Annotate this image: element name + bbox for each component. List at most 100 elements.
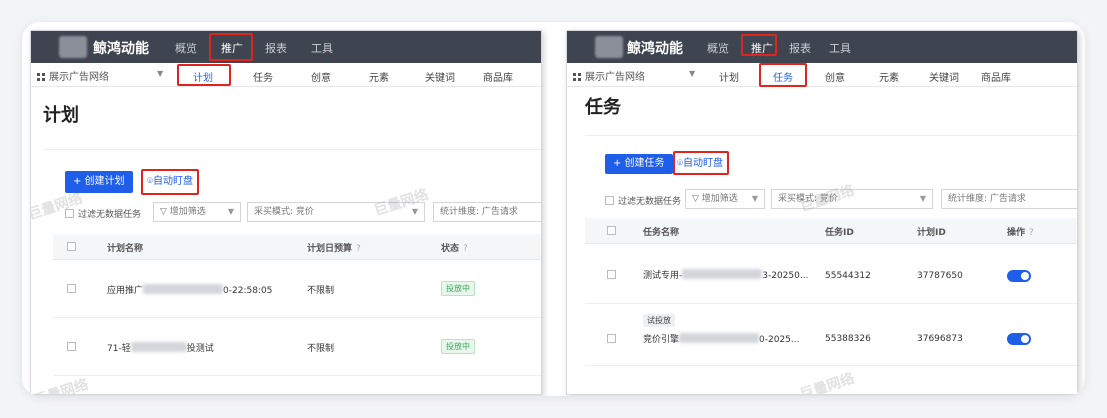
plan-id: 37787650 [917, 271, 963, 281]
network-selector[interactable]: 展示广告网络 [573, 68, 645, 83]
task-name[interactable]: 测试专用- 3-20250... [643, 268, 808, 281]
content-panel: + 创建任务 ⌾自动盯盘 过滤无数据任务 ▽ 增加筛选 ▼ 采买模式: 竞价 ▼ 统… [585, 135, 1077, 394]
highlight-plan-tab [177, 64, 231, 86]
plan-name-prefix: 应用推广 [107, 286, 144, 296]
filter-icon: ▽ [160, 207, 170, 217]
logo-blurred [59, 36, 87, 58]
tab-product-library[interactable]: 商品库 [483, 69, 513, 84]
task-name-prefix: 测试专用- [643, 271, 683, 281]
highlight-auto-monitor [141, 169, 199, 195]
tab-plan[interactable]: 计划 [719, 69, 739, 84]
stat-dim-select[interactable]: 统计维度: 广告请求 [941, 189, 1077, 209]
task-id: 55544312 [825, 271, 871, 281]
checkbox[interactable] [65, 209, 74, 218]
plan-name[interactable]: 应用推广 0-22:58:05 [107, 283, 272, 296]
row-checkbox[interactable] [67, 284, 76, 293]
row-checkbox[interactable] [67, 342, 76, 351]
col-status-label: 状态 [441, 244, 460, 254]
tab-keyword[interactable]: 关键词 [425, 69, 455, 84]
plan-name-prefix: 71-轻 [107, 344, 131, 354]
add-filter-label: 增加筛选 [169, 207, 206, 217]
task-id: 55388326 [825, 334, 871, 344]
col-actions-label: 操作 [1007, 228, 1026, 238]
row-checkbox[interactable] [607, 334, 616, 343]
col-task-name[interactable]: 任务名称 [643, 225, 679, 238]
checkbox[interactable] [605, 196, 614, 205]
redacted-text [682, 269, 763, 279]
create-task-button[interactable]: + 创建任务 [605, 154, 673, 174]
brand-name: 鲸鸿动能 [93, 41, 149, 57]
tab-creative[interactable]: 创意 [311, 69, 331, 84]
help-icon[interactable]: ? [356, 244, 361, 254]
plan-budget: 不限制 [307, 286, 335, 296]
col-actions[interactable]: 操作? [1007, 225, 1034, 238]
select-all-checkbox[interactable] [67, 242, 76, 251]
col-daily-budget[interactable]: 计划日预算? [307, 241, 361, 254]
col-plan-id[interactable]: 计划ID [917, 225, 946, 238]
logo-blurred [595, 36, 623, 58]
create-plan-button[interactable]: + 创建计划 [65, 171, 133, 193]
col-status[interactable]: 状态? [441, 241, 468, 254]
add-filter-button[interactable]: ▽ 增加筛选 ▼ [685, 189, 765, 209]
col-plan-name[interactable]: 计划名称 [107, 241, 143, 254]
sub-navbar: 展示广告网络 ▼ 计划 任务 创意 元素 关键词 商品库 [567, 63, 1077, 87]
status-toggle[interactable] [1007, 270, 1031, 282]
tab-element[interactable]: 元素 [879, 69, 899, 84]
nav-overview[interactable]: 概览 [707, 40, 729, 56]
nav-overview[interactable]: 概览 [175, 40, 197, 56]
highlight-task-tab [759, 63, 807, 87]
highlight-auto-monitor [673, 151, 729, 175]
redacted-text [143, 284, 224, 294]
highlight-promotion [209, 33, 253, 61]
table-row[interactable]: 试投放 竞价引擎 0-2025... 55388326 37696873 [585, 304, 1077, 366]
help-icon[interactable]: ? [463, 244, 468, 254]
task-name-suffix: 3-20250... [762, 271, 809, 281]
table-row[interactable]: 应用推广 0-22:58:05 不限制 投放中 [53, 260, 541, 318]
task-name-prefix: 竞价引擎 [643, 335, 680, 345]
chevron-down-icon[interactable]: ▼ [157, 69, 163, 78]
row-checkbox[interactable] [607, 270, 616, 279]
buy-mode-label: 采买模式: 竞价 [778, 194, 838, 204]
stat-dim-select[interactable]: 统计维度: 广告请求 [433, 202, 541, 222]
tab-creative[interactable]: 创意 [825, 69, 845, 84]
buy-mode-select[interactable]: 采买模式: 竞价 ▼ [771, 189, 933, 209]
buy-mode-label: 采买模式: 竞价 [254, 207, 314, 217]
caret-down-icon: ▼ [411, 207, 418, 216]
table-row[interactable]: 71-轻 投测试 不限制 投放中 [53, 318, 541, 376]
caret-down-icon: ▼ [751, 194, 758, 203]
plan-id: 37696873 [917, 334, 963, 344]
content-panel: + 创建计划 ⌾自动盯盘 过滤无数据任务 ▽ 增加筛选 ▼ 采买模式: 竞价 ▼ 统… [31, 149, 541, 394]
redacted-text [679, 333, 760, 343]
page-title: 计划 [43, 105, 79, 126]
nav-report[interactable]: 报表 [265, 40, 287, 56]
task-name-suffix: 0-2025... [759, 335, 800, 345]
select-all-checkbox[interactable] [607, 226, 616, 235]
tab-task[interactable]: 任务 [253, 69, 273, 84]
network-selector[interactable]: 展示广告网络 [37, 68, 109, 83]
filter-no-data[interactable]: 过滤无数据任务 [65, 207, 141, 220]
plan-budget: 不限制 [307, 344, 335, 354]
buy-mode-select[interactable]: 采买模式: 竞价 ▼ [247, 202, 425, 222]
highlight-promotion [741, 34, 777, 56]
status-toggle[interactable] [1007, 333, 1031, 345]
task-name[interactable]: 竞价引擎 0-2025... [643, 332, 799, 345]
tab-keyword[interactable]: 关键词 [929, 69, 959, 84]
network-label: 展示广告网络 [49, 72, 109, 83]
tab-element[interactable]: 元素 [369, 69, 389, 84]
caret-down-icon: ▼ [227, 207, 234, 216]
nav-report[interactable]: 报表 [789, 40, 811, 56]
nav-tools[interactable]: 工具 [829, 40, 851, 56]
grid-icon [573, 73, 581, 81]
table-row[interactable]: 测试专用- 3-20250... 55544312 37787650 [585, 244, 1077, 304]
grid-icon [37, 73, 45, 81]
filter-no-data-label: 过滤无数据任务 [78, 210, 142, 220]
filter-no-data[interactable]: 过滤无数据任务 [605, 194, 681, 207]
chevron-down-icon[interactable]: ▼ [689, 69, 695, 78]
col-task-id[interactable]: 任务ID [825, 225, 854, 238]
plan-name[interactable]: 71-轻 投测试 [107, 341, 214, 354]
tab-product-library[interactable]: 商品库 [981, 69, 1011, 84]
nav-tools[interactable]: 工具 [311, 40, 333, 56]
plan-name-suffix: 投测试 [186, 344, 214, 354]
help-icon[interactable]: ? [1029, 228, 1034, 238]
add-filter-button[interactable]: ▽ 增加筛选 ▼ [153, 202, 241, 222]
